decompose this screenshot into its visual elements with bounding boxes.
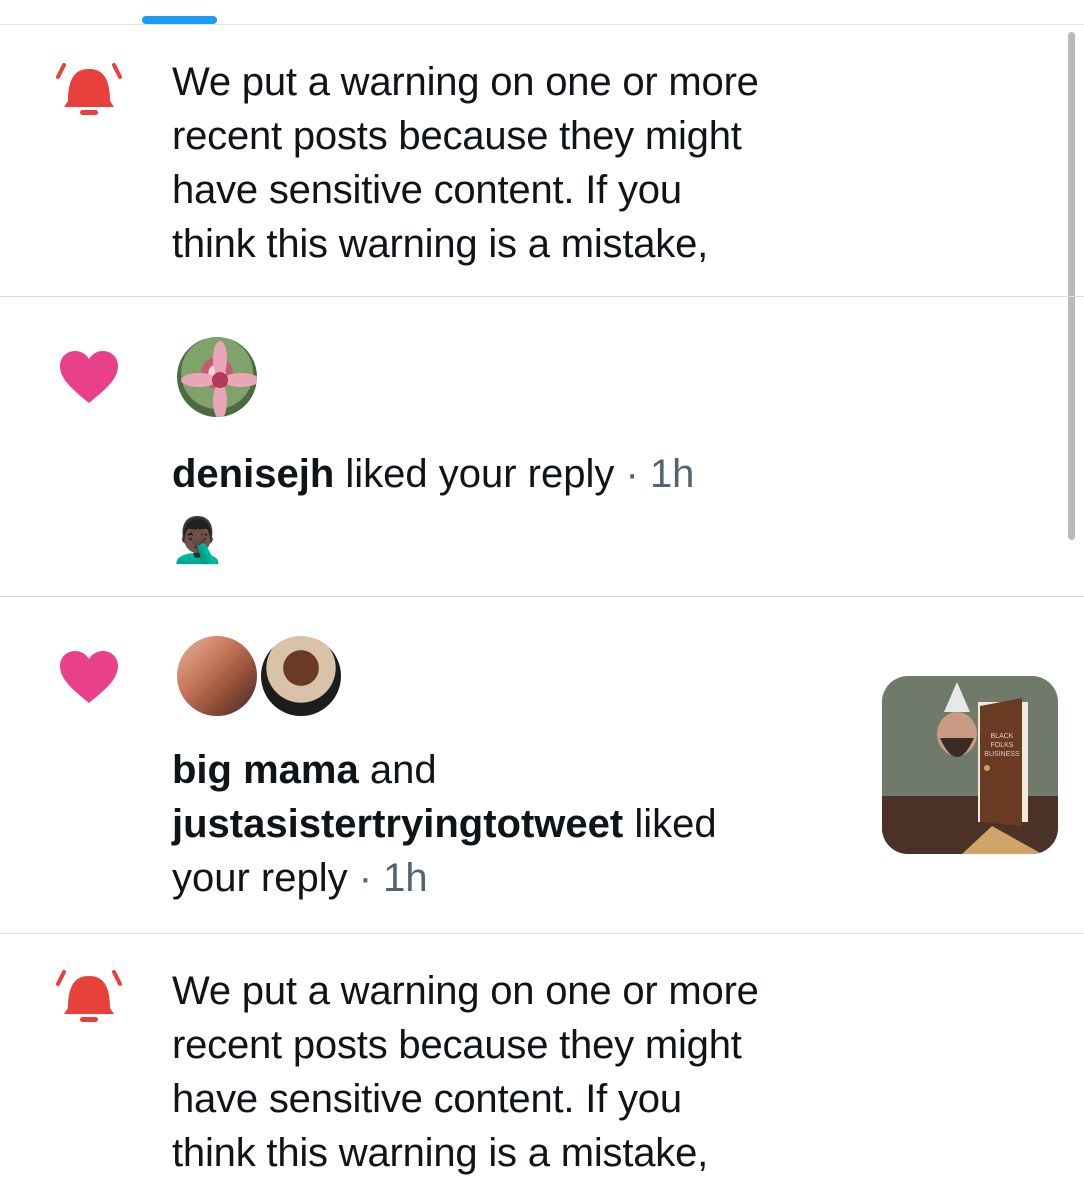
warning-line: recent posts because they might bbox=[172, 1023, 742, 1067]
warning-line: think this warning is a mistake, bbox=[172, 1131, 709, 1175]
notification-warning[interactable]: We put a warning on one or more recent p… bbox=[0, 934, 1084, 1200]
warning-line: think this warning is a mistake, bbox=[172, 222, 709, 266]
alert-bell-icon bbox=[56, 63, 122, 115]
timestamp: · 1h bbox=[614, 452, 695, 496]
warning-line: We put a warning on one or more bbox=[172, 969, 759, 1013]
thumbnail-text: BLACK bbox=[991, 733, 1014, 740]
warning-line: have sensitive content. If you bbox=[172, 1077, 682, 1121]
thumbnail-text: BUSINESS bbox=[984, 751, 1020, 758]
connector-text: and bbox=[358, 748, 437, 792]
active-tab-indicator bbox=[142, 16, 217, 24]
reply-emoji: 🤦🏿‍♂️ bbox=[170, 516, 225, 565]
like-action: liked bbox=[623, 802, 717, 846]
avatar[interactable] bbox=[258, 633, 344, 719]
like-summary: denisejh liked your reply · 1h bbox=[172, 447, 694, 501]
timestamp: · 1h bbox=[347, 856, 428, 900]
warning-message: We put a warning on one or more recent p… bbox=[172, 964, 812, 1180]
warning-line: have sensitive content. If you bbox=[172, 168, 682, 212]
user-name[interactable]: big mama bbox=[172, 748, 359, 792]
warning-line: recent posts because they might bbox=[172, 114, 742, 158]
alert-bell-icon bbox=[56, 970, 122, 1022]
like-summary: big mama and justasistertryingtotweet li… bbox=[172, 743, 717, 905]
thumbnail-text: FOLKS bbox=[991, 742, 1014, 749]
post-thumbnail[interactable]: BLACK FOLKS BUSINESS bbox=[882, 676, 1058, 854]
warning-line: We put a warning on one or more bbox=[172, 60, 759, 104]
like-action: liked your reply bbox=[334, 452, 615, 496]
heart-icon bbox=[60, 351, 118, 403]
notification-warning[interactable]: We put a warning on one or more recent p… bbox=[0, 25, 1084, 296]
notification-like[interactable]: denisejh liked your reply · 1h 🤦🏿‍♂️ bbox=[0, 297, 1084, 596]
heart-icon bbox=[60, 651, 118, 703]
avatar[interactable] bbox=[174, 633, 260, 719]
like-action: your reply bbox=[172, 856, 348, 900]
avatar[interactable] bbox=[174, 334, 260, 420]
user-name[interactable]: justasistertryingtotweet bbox=[172, 802, 623, 846]
user-name[interactable]: denisejh bbox=[172, 452, 334, 496]
warning-message: We put a warning on one or more recent p… bbox=[172, 55, 812, 271]
